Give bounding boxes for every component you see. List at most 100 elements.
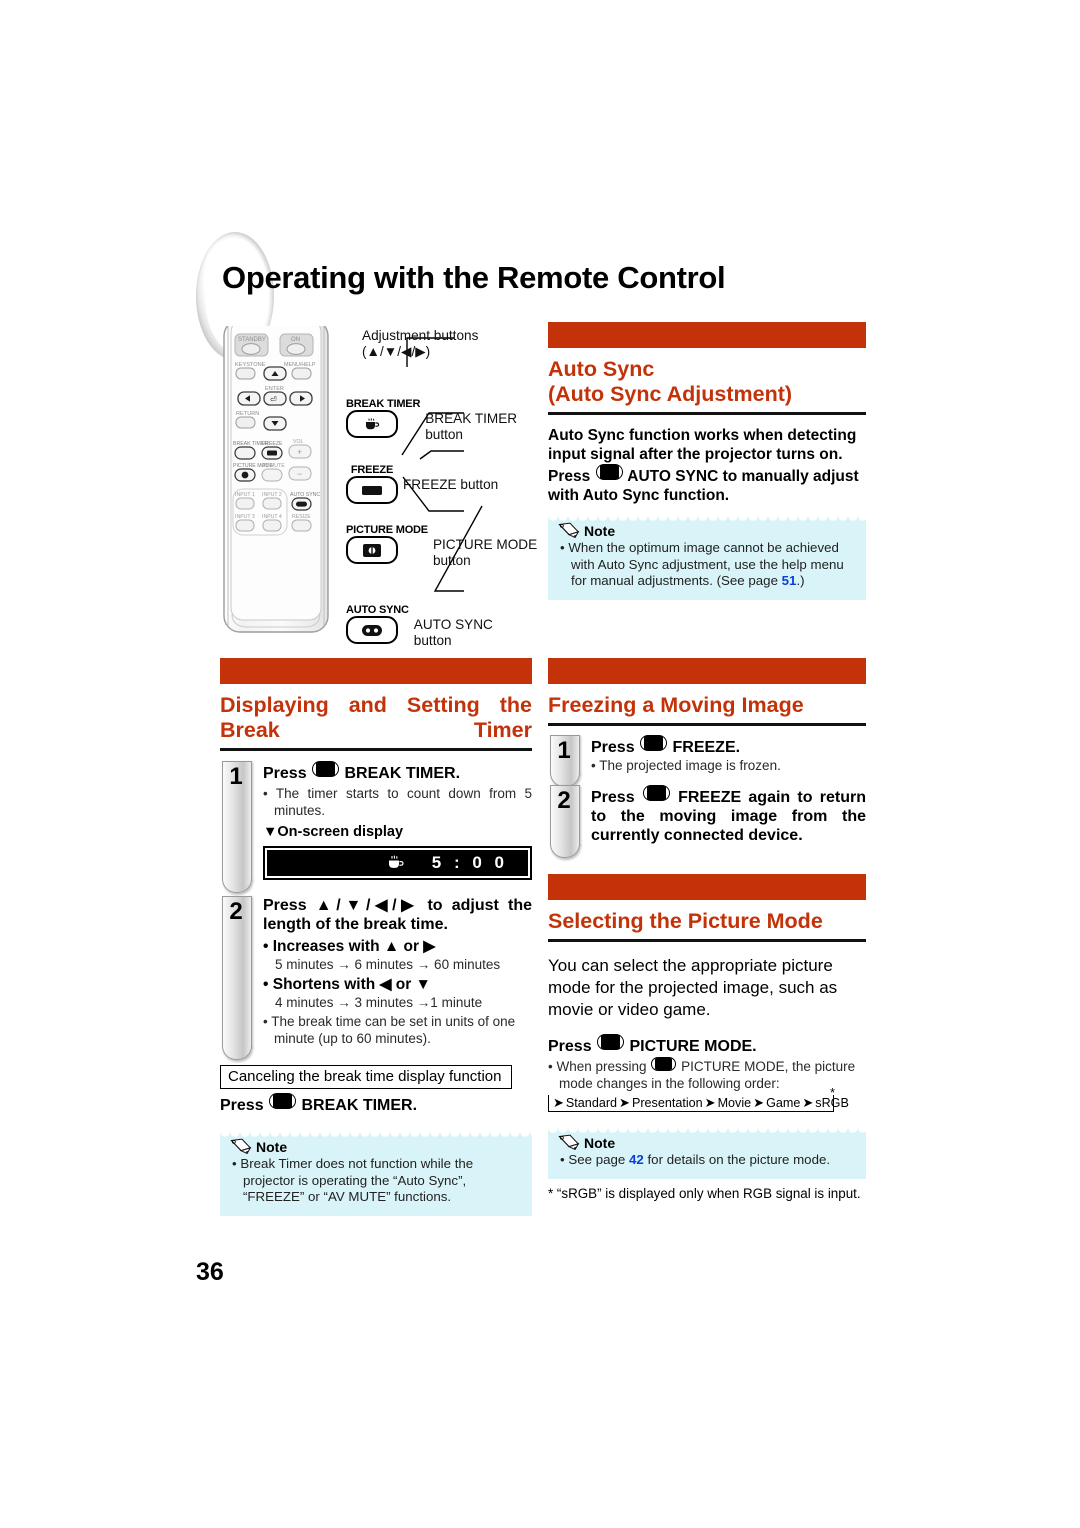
auto-sync-press-label: Press <box>548 468 591 485</box>
note-list-picture-mode: See page 42 for details on the picture m… <box>560 1152 856 1169</box>
manual-page: Operating with the Remote Control STANDB… <box>0 0 1080 1528</box>
flow-arrow-start: ➤ <box>553 1095 564 1110</box>
step-number: 1 <box>557 737 571 764</box>
freeze-step1-bullet-text: The projected image is frozen. <box>599 758 781 773</box>
picture-mode-key-inline-2 <box>651 1057 677 1071</box>
remote-callouts: Adjustment buttons (▲/▼/◀/▶) BREAK TIMER… <box>340 326 540 648</box>
section-picture-mode: Selecting the Picture Mode You can selec… <box>548 874 866 1202</box>
section-bar-picture-mode <box>548 874 866 900</box>
osd-caption: ▼On-screen display <box>263 824 404 840</box>
callout-break-timer-keyname: BREAK TIMER <box>346 398 421 410</box>
flow-item-1: Presentation <box>631 1096 703 1110</box>
note-picture-mode: Note See page 42 for details on the pict… <box>548 1128 866 1179</box>
heading-picture-mode: Selecting the Picture Mode <box>548 909 823 933</box>
break-timer-key-inline-cancel <box>269 1093 297 1109</box>
note-label-break-timer: Note <box>256 1138 288 1155</box>
freeze-step-2: 2 Press FREEZE again to return to the mo… <box>548 785 866 858</box>
note-break-timer: Note Break Timer does not function while… <box>220 1132 532 1216</box>
callout-auto-sync-label2: button <box>413 633 452 648</box>
flow-arrow-1: ➤ <box>704 1095 716 1110</box>
note-label-picture-mode: Note <box>584 1134 616 1151</box>
picture-mode-key-inline <box>597 1034 625 1050</box>
press-text: PICTURE MODE. <box>629 1038 757 1055</box>
heading-break-timer: Displaying and Setting the Break Timer <box>220 693 532 742</box>
callout-adjustment-label2: (▲/▼/◀/▶) <box>362 344 431 359</box>
step-number: 2 <box>557 787 571 814</box>
step-number-badge: 2 <box>548 785 582 858</box>
auto-sync-body2: Press AUTO SYNC to manually adjust with … <box>548 464 866 505</box>
break-timer-step2-bullet-text: The break time can be set in units of on… <box>271 1014 516 1046</box>
page-title: Operating with the Remote Control <box>222 260 726 295</box>
callout-picture-mode: PICTURE MODE PICTURE MODE button <box>346 524 537 569</box>
step-content: Press FREEZE again to return to the movi… <box>582 785 866 845</box>
callout-break-timer-label: BREAK TIMER <box>425 411 518 426</box>
section-freeze: Freezing a Moving Image 1 Press FREEZE. … <box>548 658 866 858</box>
callout-auto-sync-keyname: AUTO SYNC <box>346 604 409 616</box>
cancel-break-timer-block: Canceling the break time display functio… <box>220 1065 532 1115</box>
break-timer-key-inline <box>312 761 340 777</box>
freeze-key-inline-2 <box>642 785 670 801</box>
heading-rule-auto-sync <box>548 412 866 415</box>
callout-auto-sync: AUTO SYNC AUTO SYNC button <box>346 604 493 649</box>
picture-mode-body: You can select the appropriate picture m… <box>548 956 838 1019</box>
flow-arrow-2: ➤ <box>753 1095 765 1110</box>
press-label: Press <box>263 765 307 782</box>
heading-auto-sync-line1: Auto Sync <box>548 357 655 381</box>
break-timer-step2-title: Press ▲/▼/◀/▶ to adjust the length of th… <box>263 897 532 933</box>
page-reference: 51 <box>781 573 797 588</box>
callout-freeze-keyname: FREEZE <box>350 464 394 476</box>
callout-adjustment-buttons: Adjustment buttons (▲/▼/◀/▶) <box>362 328 478 360</box>
callout-picture-mode-keyname: PICTURE MODE <box>346 524 428 536</box>
callout-picture-mode-label2: button <box>432 553 471 568</box>
osd-preview: 5 : 0 0 <box>263 846 532 880</box>
section-break-timer: Displaying and Setting the Break Timer 1… <box>220 658 532 1216</box>
callout-adjustment-label: Adjustment buttons <box>362 328 479 343</box>
auto-sync-icon <box>362 624 382 636</box>
freeze-step-1: 1 Press FREEZE. • The projected image is… <box>548 735 866 787</box>
break-timer-step-1: 1 Press BREAK TIMER. • The timer starts … <box>220 761 532 893</box>
pencil-icon <box>558 522 580 539</box>
increase-detail: 5 minutes → 6 minutes → 60 minutes <box>275 957 501 972</box>
flow-item-3: Game <box>766 1096 801 1110</box>
cancel-break-timer-instruction: Press BREAK TIMER. <box>220 1093 532 1115</box>
flow-item-0: Standard <box>565 1096 618 1110</box>
increase-label-text: Increases with ▲ or ▶ <box>272 938 436 955</box>
press-text: BREAK TIMER. <box>344 765 461 782</box>
shorten-label: • Shortens with ◀ or ▼ <box>263 976 431 993</box>
picture-mode-press: Press PICTURE MODE. <box>548 1034 866 1056</box>
step-content: Press ▲/▼/◀/▶ to adjust the length of th… <box>254 896 532 1047</box>
cancel-press-label: Press <box>220 1097 264 1114</box>
callout-freeze: FREEZE FREEZE button <box>346 464 498 504</box>
step-number-badge: 2 <box>220 896 254 1060</box>
auto-sync-key-glyph <box>346 616 398 644</box>
page-number: 36 <box>196 1258 224 1286</box>
picture-mode-bullet-pre: When pressing <box>556 1059 647 1074</box>
note-item: When the optimum image cannot be achieve… <box>560 540 856 590</box>
press-label: Press <box>591 739 635 756</box>
freeze-step1-title: Press FREEZE. <box>591 735 866 757</box>
flow-arrow-3: ➤ <box>802 1095 814 1110</box>
press-text: FREEZE. <box>672 739 741 756</box>
pencil-icon <box>230 1138 252 1155</box>
step-number: 2 <box>229 898 243 925</box>
freeze-key-inline <box>640 735 668 751</box>
page-reference: 42 <box>629 1152 644 1167</box>
callout-picture-mode-label: PICTURE MODE <box>432 537 538 552</box>
flow-item-2: Movie <box>717 1096 752 1110</box>
section-auto-sync: Auto Sync (Auto Sync Adjustment) Auto Sy… <box>548 322 866 600</box>
section-bar-auto-sync <box>548 322 866 348</box>
freeze-key-glyph <box>346 476 398 504</box>
callout-auto-sync-label: AUTO SYNC <box>413 617 493 632</box>
callout-freeze-label: FREEZE button <box>403 477 499 492</box>
note-list-break-timer: Break Timer does not function while the … <box>232 1156 522 1206</box>
picture-mode-bullet: • When pressing PICTURE MODE, the pictur… <box>548 1057 856 1091</box>
section-bar-freeze <box>548 658 866 684</box>
callout-break-timer-label2: button <box>425 427 463 442</box>
note-title-auto-sync: Note <box>558 522 615 539</box>
freeze-step1-bullet: • The projected image is frozen. <box>591 758 781 773</box>
picture-mode-icon <box>363 543 381 557</box>
step-number-badge: 1 <box>220 761 254 893</box>
heading-rule-break-timer <box>220 748 532 751</box>
auto-sync-press-text: AUTO SYNC to manually adjust with Auto S… <box>548 468 859 504</box>
freeze-icon <box>362 485 382 495</box>
